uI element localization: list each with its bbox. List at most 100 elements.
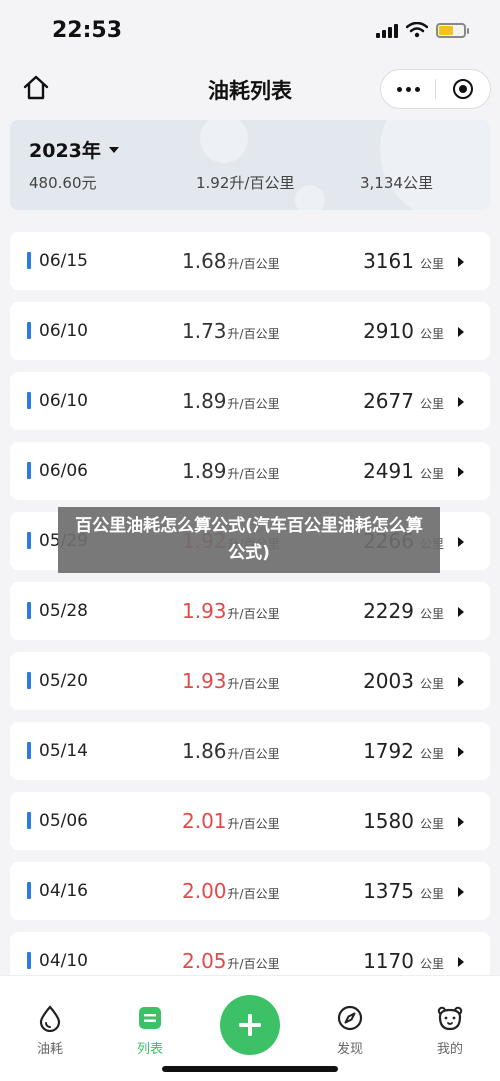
chevron-right-icon [458,957,464,967]
consumption-value: 1.68 [182,249,227,273]
distance-value: 1170 [363,949,414,973]
status-icons [376,22,469,38]
total-distance: 3,134公里 [360,174,433,192]
average-consumption: 1.92升/百公里 [196,174,295,192]
year-selector[interactable]: 2023年 [29,136,119,163]
consumption-group: 2.01 升/百公里 [182,809,280,833]
consumption-value: 2.05 [182,949,227,973]
record-date: 06/15 [39,251,88,271]
distance-value: 1792 [363,739,414,763]
consumption-group: 1.73 升/百公里 [182,319,280,343]
consumption-value: 1.89 [182,459,227,483]
consumption-unit: 升/百公里 [227,607,280,621]
consumption-value: 1.93 [182,599,227,623]
distance-value: 2910 [363,319,414,343]
distance-unit: 公里 [419,467,444,481]
consumption-unit: 升/百公里 [227,327,280,341]
distance-unit: 公里 [419,397,444,411]
caret-down-icon [108,146,119,153]
distance-group: 2677 公里 [363,389,444,413]
distance-unit: 公里 [419,257,444,271]
status-bar: 22:53 [0,0,500,66]
chevron-right-icon [458,747,464,757]
consumption-group: 1.93 升/百公里 [182,599,280,623]
compass-icon [337,1005,363,1031]
distance-group: 1170 公里 [363,949,444,973]
record-row[interactable]: 06/10 1.73 升/百公里 2910 公里 [10,302,490,360]
distance-group: 1375 公里 [363,879,444,903]
distance-unit: 公里 [419,677,444,691]
article-title-overlay: 百公里油耗怎么算公式(汽车百公里油耗怎么算公式) [58,507,440,573]
row-marker [27,672,31,689]
status-time: 22:53 [52,18,123,43]
consumption-unit: 升/百公里 [227,397,280,411]
record-row[interactable]: 06/15 1.68 升/百公里 3161 公里 [10,232,490,290]
summary-card: 2023年 480.60元 1.92升/百公里 3,134公里 [10,120,490,210]
row-marker [27,882,31,899]
close-target-icon[interactable] [436,79,490,99]
row-marker [27,392,31,409]
more-icon[interactable] [381,86,435,92]
distance-group: 2229 公里 [363,599,444,623]
record-row[interactable]: 05/06 2.01 升/百公里 1580 公里 [10,792,490,850]
row-marker [27,742,31,759]
bear-face-icon [437,1006,463,1031]
consumption-unit: 升/百公里 [227,887,280,901]
distance-unit: 公里 [419,817,444,831]
consumption-unit: 升/百公里 [227,957,280,971]
consumption-group: 1.89 升/百公里 [182,389,280,413]
record-row[interactable]: 05/28 1.93 升/百公里 2229 公里 [10,582,490,640]
consumption-value: 2.01 [182,809,227,833]
chevron-right-icon [458,537,464,547]
record-date: 05/06 [39,811,88,831]
year-label: 2023年 [29,140,101,162]
row-marker [27,462,31,479]
record-row[interactable]: 04/16 2.00 升/百公里 1375 公里 [10,862,490,920]
record-row[interactable]: 06/10 1.89 升/百公里 2677 公里 [10,372,490,430]
consumption-unit: 升/百公里 [227,747,280,761]
distance-unit: 公里 [419,327,444,341]
consumption-unit: 升/百公里 [227,677,280,691]
record-row[interactable]: 05/14 1.86 升/百公里 1792 公里 [10,722,490,780]
wifi-icon [406,22,428,38]
consumption-value: 1.86 [182,739,227,763]
consumption-group: 1.89 升/百公里 [182,459,280,483]
distance-value: 1375 [363,879,414,903]
consumption-unit: 升/百公里 [227,257,280,271]
record-date: 06/10 [39,391,88,411]
tab-label: 我的 [436,1042,463,1057]
home-indicator [162,1066,338,1072]
chevron-right-icon [458,467,464,477]
chevron-right-icon [458,817,464,827]
list-icon [139,1007,161,1029]
chevron-right-icon [458,607,464,617]
distance-unit: 公里 [419,887,444,901]
consumption-group: 2.00 升/百公里 [182,879,280,903]
distance-unit: 公里 [419,957,444,971]
distance-value: 2491 [363,459,414,483]
battery-icon [436,22,469,38]
consumption-unit: 升/百公里 [227,467,280,481]
drop-icon [39,1005,61,1032]
consumption-value: 2.00 [182,879,227,903]
tab-label: 列表 [136,1042,163,1057]
nav-bar: 油耗列表 [0,66,500,112]
distance-group: 2003 公里 [363,669,444,693]
record-row[interactable]: 05/20 1.93 升/百公里 2003 公里 [10,652,490,710]
add-record-button[interactable] [220,995,280,1055]
row-marker [27,602,31,619]
consumption-group: 1.93 升/百公里 [182,669,280,693]
record-date: 05/28 [39,601,88,621]
row-marker [27,322,31,339]
distance-unit: 公里 [419,607,444,621]
consumption-group: 1.86 升/百公里 [182,739,280,763]
consumption-unit: 升/百公里 [227,817,280,831]
distance-group: 2910 公里 [363,319,444,343]
mini-program-capsule [380,69,491,109]
tab-label: 油耗 [36,1042,63,1057]
record-date: 04/10 [39,951,88,971]
record-date: 06/10 [39,321,88,341]
record-row[interactable]: 06/06 1.89 升/百公里 2491 公里 [10,442,490,500]
distance-value: 1580 [363,809,414,833]
row-marker [27,532,31,549]
